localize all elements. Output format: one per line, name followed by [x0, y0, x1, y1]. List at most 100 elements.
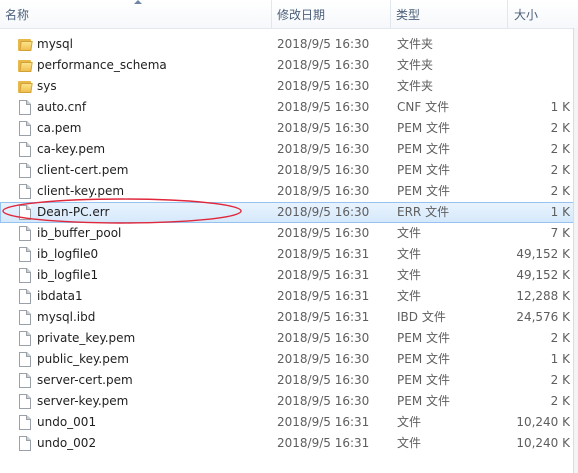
file-icon-shape — [19, 100, 31, 115]
file-size: 24,576 K — [516, 310, 570, 324]
file-icon — [17, 267, 33, 284]
file-type: PEM 文件 — [397, 373, 450, 387]
column-header-date-label: 修改日期 — [277, 8, 326, 22]
file-icon — [17, 435, 33, 452]
file-row[interactable]: sys 2018/9/5 16:30 文件夹 — [0, 76, 578, 97]
file-size: 2 K — [550, 142, 570, 156]
file-modified-date: 2018/9/5 16:31 — [277, 289, 370, 303]
file-icon-shape — [19, 184, 31, 199]
file-icon-shape — [19, 268, 31, 283]
file-row[interactable]: auto.cnf 2018/9/5 16:30 CNF 文件 1 K — [0, 97, 578, 118]
file-row[interactable]: ib_buffer_pool 2018/9/5 16:30 文件 7 K — [0, 223, 578, 244]
file-type: 文件 — [397, 415, 422, 429]
column-header-size-label: 大小 — [514, 8, 539, 22]
file-name: performance_schema — [37, 58, 167, 72]
file-icon — [17, 99, 33, 116]
file-icon — [17, 351, 33, 368]
file-row[interactable]: ib_logfile1 2018/9/5 16:31 文件 49,152 K — [0, 265, 578, 286]
file-row[interactable]: ca-key.pem 2018/9/5 16:30 PEM 文件 2 K — [0, 139, 578, 160]
file-icon — [17, 204, 33, 221]
file-type: PEM 文件 — [397, 331, 450, 345]
file-icon-shape — [19, 352, 31, 367]
file-modified-date: 2018/9/5 16:31 — [277, 268, 370, 282]
file-name: ib_logfile1 — [37, 268, 99, 282]
file-list: mysql 2018/9/5 16:30 文件夹 performance_schema… — [0, 34, 578, 454]
file-modified-date: 2018/9/5 16:30 — [277, 184, 370, 198]
file-type: ERR 文件 — [397, 205, 450, 219]
column-header-name[interactable]: 名称 — [0, 0, 272, 28]
file-name: ib_buffer_pool — [37, 226, 122, 240]
file-name: ca-key.pem — [37, 142, 106, 156]
file-row[interactable]: mysql.ibd 2018/9/5 16:31 IBD 文件 24,576 K — [0, 307, 578, 328]
file-row[interactable]: ca.pem 2018/9/5 16:30 PEM 文件 2 K — [0, 118, 578, 139]
file-icon-shape — [19, 373, 31, 388]
file-row[interactable]: server-key.pem 2018/9/5 16:30 PEM 文件 2 K — [0, 391, 578, 412]
file-size: 49,152 K — [516, 268, 570, 282]
file-size: 2 K — [550, 121, 570, 135]
file-icon — [17, 330, 33, 347]
file-icon — [17, 393, 33, 410]
file-modified-date: 2018/9/5 16:30 — [277, 352, 370, 366]
file-type: PEM 文件 — [397, 184, 450, 198]
file-row[interactable]: undo_002 2018/9/5 16:31 文件 10,240 K — [0, 433, 578, 454]
file-name: server-key.pem — [37, 394, 129, 408]
column-header-type[interactable]: 类型 — [391, 0, 508, 28]
column-header-date[interactable]: 修改日期 — [272, 0, 391, 28]
folder-icon — [17, 57, 33, 74]
column-header-size[interactable]: 大小 — [508, 0, 578, 28]
file-type: PEM 文件 — [397, 394, 450, 408]
file-size: 10,240 K — [516, 436, 570, 450]
file-icon-shape — [19, 163, 31, 178]
file-type: 文件夹 — [397, 58, 434, 72]
file-row[interactable]: Dean-PC.err 2018/9/5 16:30 ERR 文件 1 K — [0, 202, 578, 223]
file-row[interactable]: private_key.pem 2018/9/5 16:30 PEM 文件 2 K — [0, 328, 578, 349]
file-modified-date: 2018/9/5 16:31 — [277, 247, 370, 261]
file-icon — [17, 141, 33, 158]
file-modified-date: 2018/9/5 16:30 — [277, 79, 370, 93]
column-header-type-label: 类型 — [396, 8, 421, 22]
file-row[interactable]: undo_001 2018/9/5 16:31 文件 10,240 K — [0, 412, 578, 433]
file-modified-date: 2018/9/5 16:30 — [277, 163, 370, 177]
file-icon — [17, 162, 33, 179]
file-type: 文件夹 — [397, 79, 434, 93]
file-name: Dean-PC.err — [37, 205, 110, 219]
file-icon — [17, 225, 33, 242]
vertical-scrollbar[interactable] — [573, 28, 578, 473]
file-type: IBD 文件 — [397, 310, 446, 324]
folder-icon-shape — [17, 36, 33, 53]
file-row[interactable]: ibdata1 2018/9/5 16:31 文件 12,288 K — [0, 286, 578, 307]
file-icon-shape — [19, 289, 31, 304]
file-name: private_key.pem — [37, 331, 136, 345]
file-type: CNF 文件 — [397, 100, 450, 114]
file-row[interactable]: server-cert.pem 2018/9/5 16:30 PEM 文件 2 K — [0, 370, 578, 391]
file-modified-date: 2018/9/5 16:31 — [277, 310, 370, 324]
file-row[interactable]: mysql 2018/9/5 16:30 文件夹 — [0, 34, 578, 55]
file-modified-date: 2018/9/5 16:31 — [277, 436, 370, 450]
file-type: 文件 — [397, 226, 422, 240]
file-row[interactable]: ib_logfile0 2018/9/5 16:31 文件 49,152 K — [0, 244, 578, 265]
file-row[interactable]: client-key.pem 2018/9/5 16:30 PEM 文件 2 K — [0, 181, 578, 202]
file-size: 2 K — [550, 184, 570, 198]
file-size: 1 K — [550, 100, 570, 114]
file-row[interactable]: client-cert.pem 2018/9/5 16:30 PEM 文件 2 K — [0, 160, 578, 181]
file-row[interactable]: performance_schema 2018/9/5 16:30 文件夹 — [0, 55, 578, 76]
file-row[interactable]: public_key.pem 2018/9/5 16:30 PEM 文件 1 K — [0, 349, 578, 370]
file-modified-date: 2018/9/5 16:30 — [277, 226, 370, 240]
file-modified-date: 2018/9/5 16:30 — [277, 58, 370, 72]
file-name: undo_001 — [37, 415, 97, 429]
file-modified-date: 2018/9/5 16:30 — [277, 142, 370, 156]
file-name: auto.cnf — [37, 100, 87, 114]
file-icon-shape — [19, 394, 31, 409]
file-name: ibdata1 — [37, 289, 83, 303]
file-modified-date: 2018/9/5 16:30 — [277, 331, 370, 345]
file-size: 2 K — [550, 373, 570, 387]
file-size: 49,152 K — [516, 247, 570, 261]
file-name: server-cert.pem — [37, 373, 133, 387]
file-name: public_key.pem — [37, 352, 129, 366]
column-header-name-label: 名称 — [5, 8, 30, 22]
file-icon-shape — [19, 310, 31, 325]
file-name: sys — [37, 79, 57, 93]
file-size: 2 K — [550, 394, 570, 408]
file-modified-date: 2018/9/5 16:30 — [277, 205, 370, 219]
file-icon-shape — [19, 142, 31, 157]
